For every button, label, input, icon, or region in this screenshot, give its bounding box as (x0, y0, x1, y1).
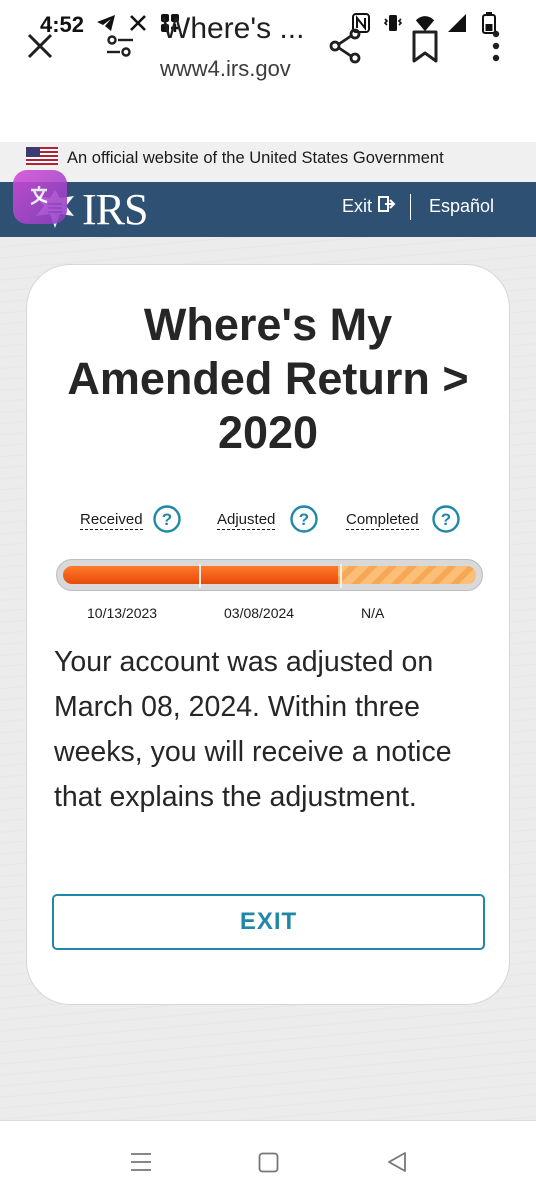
header-divider (410, 194, 411, 220)
espanol-link[interactable]: Español (429, 196, 494, 217)
home-icon[interactable] (258, 1152, 279, 1173)
card-title-line2: Amended Return > (67, 353, 469, 404)
signal-icon (446, 12, 468, 34)
translate-icon (30, 186, 48, 206)
share-icon[interactable] (328, 28, 362, 64)
page-title[interactable]: Where's ... (162, 12, 304, 46)
progress-bar (56, 559, 483, 591)
progress-step-divider (199, 564, 201, 588)
step-label-received[interactable]: Received (80, 511, 143, 530)
svg-text:?: ? (299, 510, 309, 529)
url-text[interactable]: www4.irs.gov (160, 56, 291, 82)
progress-pending-segment (338, 566, 476, 584)
step-label-completed[interactable]: Completed (346, 511, 419, 530)
card-title-line3: 2020 (217, 407, 319, 458)
help-icon[interactable]: ? (153, 505, 181, 533)
help-icon[interactable]: ? (432, 505, 460, 533)
progress-step-divider (340, 564, 342, 588)
header-exit-label: Exit (342, 196, 373, 216)
status-message: Your account was adjusted on March 08, 2… (54, 646, 452, 813)
recent-apps-icon[interactable] (130, 1152, 152, 1172)
vibrate-icon (382, 12, 404, 34)
exit-door-icon (378, 196, 396, 217)
site-settings-icon[interactable] (104, 30, 136, 62)
svg-text:?: ? (162, 510, 172, 529)
card-title: Where's My Amended Return > 2020 (26, 298, 510, 460)
irs-wordmark: IRS (82, 184, 148, 234)
back-icon[interactable] (386, 1151, 408, 1173)
gov-banner-text: An official website of the United States… (67, 149, 444, 167)
step-date-received: 10/13/2023 (87, 605, 158, 621)
us-flag-icon (26, 147, 58, 165)
step-date-completed: N/A (361, 605, 385, 621)
close-icon[interactable] (24, 30, 56, 62)
exit-button[interactable]: EXIT (52, 894, 485, 950)
header-exit-link[interactable]: Exit (342, 196, 396, 217)
floating-app-bubble[interactable] (13, 170, 67, 224)
step-label-adjusted[interactable]: Adjusted (217, 511, 276, 530)
help-icon[interactable]: ? (290, 505, 318, 533)
bookmark-icon[interactable] (410, 30, 440, 64)
step-date-adjusted: 03/08/2024 (224, 605, 295, 621)
more-options-icon[interactable] (484, 28, 508, 64)
card-title-line1: Where's My (143, 299, 393, 350)
svg-text:?: ? (441, 510, 451, 529)
